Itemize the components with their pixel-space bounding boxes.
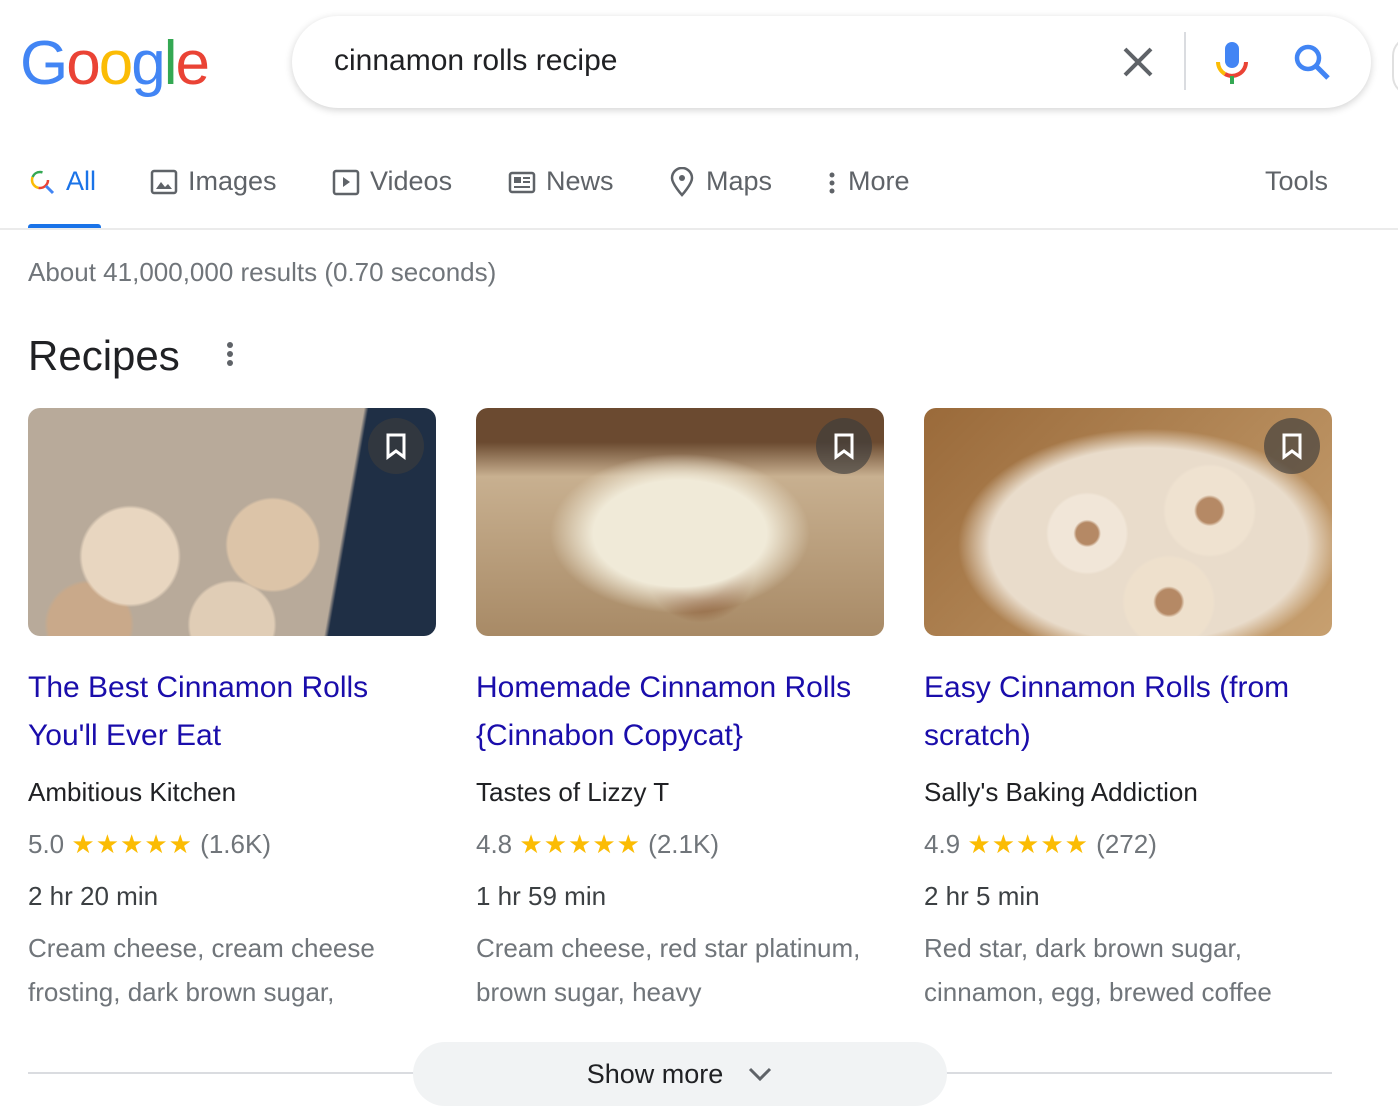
recipe-time: 2 hr 5 min bbox=[924, 881, 1040, 911]
more-vert-icon bbox=[829, 172, 835, 193]
recipe-ingredients: Cream cheese, red star platinum, brown s… bbox=[476, 933, 861, 1007]
recipe-time: 2 hr 20 min bbox=[28, 881, 159, 911]
recipe-image[interactable] bbox=[476, 408, 884, 636]
tab-label: More bbox=[848, 166, 910, 196]
google-logo[interactable]: Google bbox=[20, 28, 210, 99]
recipe-card[interactable]: The Best Cinnamon Rolls You'll Ever Eat … bbox=[28, 408, 436, 1014]
more-vert-icon[interactable] bbox=[222, 340, 238, 370]
apps-button[interactable] bbox=[1392, 36, 1398, 96]
tab-videos[interactable]: Videos bbox=[332, 166, 452, 197]
recipe-ingredients: Red star, dark brown sugar, cinnamon, eg… bbox=[924, 933, 1272, 1007]
tab-images[interactable]: Images bbox=[150, 166, 277, 197]
recipe-rating: 4.8 ★★★★★ (2.1K) bbox=[476, 824, 884, 864]
bookmark-icon[interactable] bbox=[816, 418, 872, 474]
star-icons: ★★★★★ bbox=[967, 829, 1089, 859]
tab-more[interactable]: More bbox=[826, 166, 910, 197]
tab-label: News bbox=[546, 166, 614, 196]
rating-value: 5.0 bbox=[28, 829, 65, 859]
star-icons: ★★★★★ bbox=[519, 829, 641, 859]
play-icon bbox=[332, 169, 360, 195]
recipe-image[interactable] bbox=[924, 408, 1332, 636]
recipe-title-link[interactable]: The Best Cinnamon Rolls You'll Ever Eat bbox=[28, 664, 436, 760]
rating-value: 4.8 bbox=[476, 829, 513, 859]
rating-count: (272) bbox=[1096, 829, 1157, 859]
section-title: Recipes bbox=[28, 332, 180, 379]
search-input[interactable]: cinnamon rolls recipe bbox=[334, 44, 617, 78]
map-pin-icon bbox=[670, 166, 694, 197]
star-icons: ★★★★★ bbox=[71, 829, 193, 859]
tab-label: Images bbox=[188, 166, 277, 196]
rating-count: (1.6K) bbox=[200, 829, 271, 859]
tab-label: Maps bbox=[706, 166, 773, 196]
tab-label: All bbox=[66, 166, 97, 196]
bookmark-icon[interactable] bbox=[368, 418, 424, 474]
search-icon[interactable] bbox=[1292, 42, 1332, 87]
divider bbox=[0, 228, 1398, 230]
bookmark-icon[interactable] bbox=[1264, 418, 1320, 474]
rating-count: (2.1K) bbox=[648, 829, 719, 859]
search-box[interactable]: cinnamon rolls recipe bbox=[292, 16, 1371, 108]
recipe-source: Sally's Baking Addiction bbox=[924, 777, 1198, 807]
recipe-card[interactable]: Homemade Cinnamon Rolls {Cinnabon Copyca… bbox=[476, 408, 884, 1014]
image-icon bbox=[150, 169, 178, 194]
chevron-down-icon bbox=[749, 1067, 772, 1082]
recipe-title-link[interactable]: Easy Cinnamon Rolls (from scratch) bbox=[924, 664, 1332, 760]
clear-icon[interactable] bbox=[1118, 42, 1158, 82]
tab-all[interactable]: All bbox=[28, 166, 96, 197]
recipe-source: Tastes of Lizzy T bbox=[476, 777, 670, 807]
tab-maps[interactable]: Maps bbox=[668, 166, 772, 197]
news-icon bbox=[508, 171, 536, 193]
show-more-button[interactable]: Show more bbox=[413, 1042, 947, 1106]
recipe-time: 1 hr 59 min bbox=[476, 881, 607, 911]
recipe-source: Ambitious Kitchen bbox=[28, 777, 237, 807]
recipe-image[interactable] bbox=[28, 408, 436, 636]
search-icon bbox=[30, 170, 55, 194]
recipe-title-link[interactable]: Homemade Cinnamon Rolls {Cinnabon Copyca… bbox=[476, 664, 884, 760]
tab-label: Videos bbox=[370, 166, 453, 196]
rating-value: 4.9 bbox=[924, 829, 961, 859]
recipe-rating: 4.9 ★★★★★ (272) bbox=[924, 824, 1332, 864]
tools-button[interactable]: Tools bbox=[1265, 166, 1328, 197]
recipe-ingredients: Cream cheese, cream cheese frosting, dar… bbox=[28, 933, 375, 1007]
recipe-card[interactable]: Easy Cinnamon Rolls (from scratch) Sally… bbox=[924, 408, 1332, 1014]
tab-news[interactable]: News bbox=[508, 166, 614, 197]
divider bbox=[1184, 32, 1186, 90]
show-more-label: Show more bbox=[586, 1058, 724, 1089]
result-stats: About 41,000,000 results (0.70 seconds) bbox=[28, 257, 497, 287]
microphone-icon[interactable] bbox=[1214, 40, 1250, 91]
recipe-rating: 5.0 ★★★★★ (1.6K) bbox=[28, 824, 436, 864]
